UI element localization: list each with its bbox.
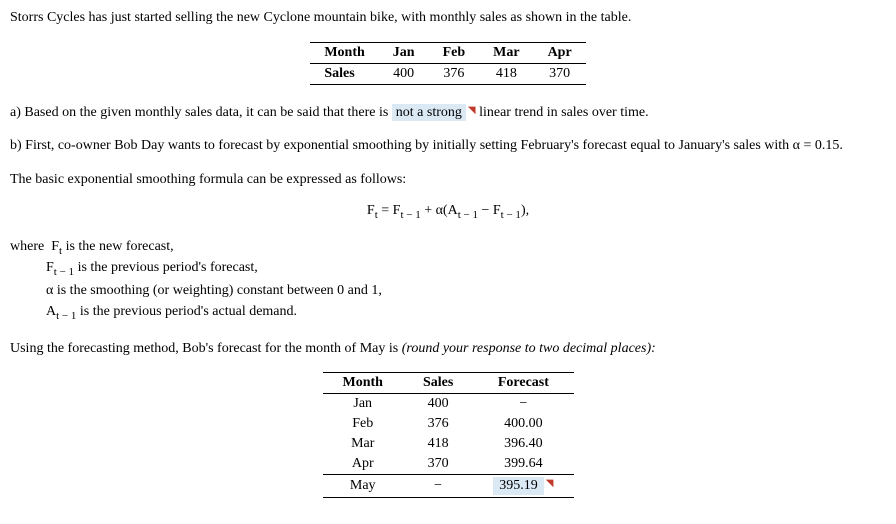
col-feb: Feb bbox=[429, 42, 480, 63]
cell-month: Jan bbox=[323, 394, 403, 415]
def4-sub: t − 1 bbox=[56, 310, 76, 322]
col-jan: Jan bbox=[379, 42, 429, 63]
forecast-header: Month Sales Forecast bbox=[323, 373, 574, 394]
cell-forecast-answer: 395.19 ◥ bbox=[473, 475, 573, 498]
forecast-table-wrap: Month Sales Forecast Jan 400 − Feb 376 4… bbox=[10, 372, 886, 498]
part-a-post: linear trend in sales over time. bbox=[479, 105, 649, 120]
cell-month: Feb bbox=[323, 414, 403, 434]
table-row: Feb 376 400.00 bbox=[323, 414, 574, 434]
val-apr: 370 bbox=[534, 63, 586, 84]
val-jan: 400 bbox=[379, 63, 429, 84]
formula-intro: The basic exponential smoothing formula … bbox=[10, 170, 886, 190]
sales-table: Month Jan Feb Mar Apr Sales 400 376 418 … bbox=[310, 42, 585, 85]
cell-sales: 400 bbox=[403, 394, 473, 415]
def2-sym: F bbox=[46, 260, 54, 275]
def1-txt: is the new forecast, bbox=[62, 239, 174, 254]
sales-table-wrap: Month Jan Feb Mar Apr Sales 400 376 418 … bbox=[10, 42, 886, 85]
dropdown-marker-icon[interactable]: ◥ bbox=[468, 105, 476, 116]
def4-txt: is the previous period's actual demand. bbox=[76, 304, 297, 319]
def1-sym: F bbox=[51, 239, 59, 254]
h-month: Month bbox=[323, 373, 403, 394]
part-b: b) First, co-owner Bob Day wants to fore… bbox=[10, 136, 886, 156]
cell-month: May bbox=[323, 475, 403, 498]
cell-forecast: − bbox=[473, 394, 573, 415]
part-a-pre: a) Based on the given monthly sales data… bbox=[10, 105, 392, 120]
table-row: Jan 400 − bbox=[323, 394, 574, 415]
method-ital: (round your response to two decimal plac… bbox=[402, 341, 656, 356]
part-a-answer-box[interactable]: not a strong bbox=[392, 104, 466, 121]
defs-lead: where bbox=[10, 239, 44, 254]
cell-forecast: 400.00 bbox=[473, 414, 573, 434]
may-forecast-value: 395.19 bbox=[499, 478, 538, 493]
val-feb: 376 bbox=[429, 63, 480, 84]
dropdown-marker-icon[interactable]: ◥ bbox=[546, 478, 554, 489]
def3: α is the smoothing (or weighting) consta… bbox=[46, 280, 886, 301]
col-mar: Mar bbox=[479, 42, 533, 63]
part-a: a) Based on the given monthly sales data… bbox=[10, 103, 886, 123]
formula: Ft = Ft − 1 + α(At − 1 − Ft − 1), bbox=[10, 203, 886, 221]
sales-table-header: Month Jan Feb Mar Apr bbox=[310, 42, 585, 63]
table-row-may: May − 395.19 ◥ bbox=[323, 475, 574, 498]
cell-sales: 418 bbox=[403, 434, 473, 454]
def2-txt: is the previous period's forecast, bbox=[74, 260, 258, 275]
cell-forecast: 396.40 bbox=[473, 434, 573, 454]
def2-sub: t − 1 bbox=[54, 266, 74, 278]
table-row: Apr 370 399.64 bbox=[323, 454, 574, 475]
cell-sales: 376 bbox=[403, 414, 473, 434]
cell-sales: 370 bbox=[403, 454, 473, 475]
val-mar: 418 bbox=[479, 63, 533, 84]
h-forecast: Forecast bbox=[473, 373, 573, 394]
h-sales: Sales bbox=[403, 373, 473, 394]
part-a-answer: not a strong bbox=[396, 105, 462, 120]
cell-month: Apr bbox=[323, 454, 403, 475]
method-pre: Using the forecasting method, Bob's fore… bbox=[10, 341, 402, 356]
table-row: Mar 418 396.40 bbox=[323, 434, 574, 454]
label-sales: Sales bbox=[310, 63, 378, 84]
definitions: where Ft is the new forecast, Ft − 1 is … bbox=[10, 239, 886, 324]
label-month: Month bbox=[310, 42, 378, 63]
intro-text: Storrs Cycles has just started selling t… bbox=[10, 8, 886, 28]
forecast-table: Month Sales Forecast Jan 400 − Feb 376 4… bbox=[323, 372, 574, 498]
cell-month: Mar bbox=[323, 434, 403, 454]
cell-forecast: 399.64 bbox=[473, 454, 573, 475]
may-forecast-answer-box[interactable]: 395.19 bbox=[493, 477, 544, 495]
col-apr: Apr bbox=[534, 42, 586, 63]
cell-sales: − bbox=[403, 475, 473, 498]
method-line: Using the forecasting method, Bob's fore… bbox=[10, 339, 886, 359]
def4-sym: A bbox=[46, 304, 56, 319]
sales-table-row: Sales 400 376 418 370 bbox=[310, 63, 585, 84]
